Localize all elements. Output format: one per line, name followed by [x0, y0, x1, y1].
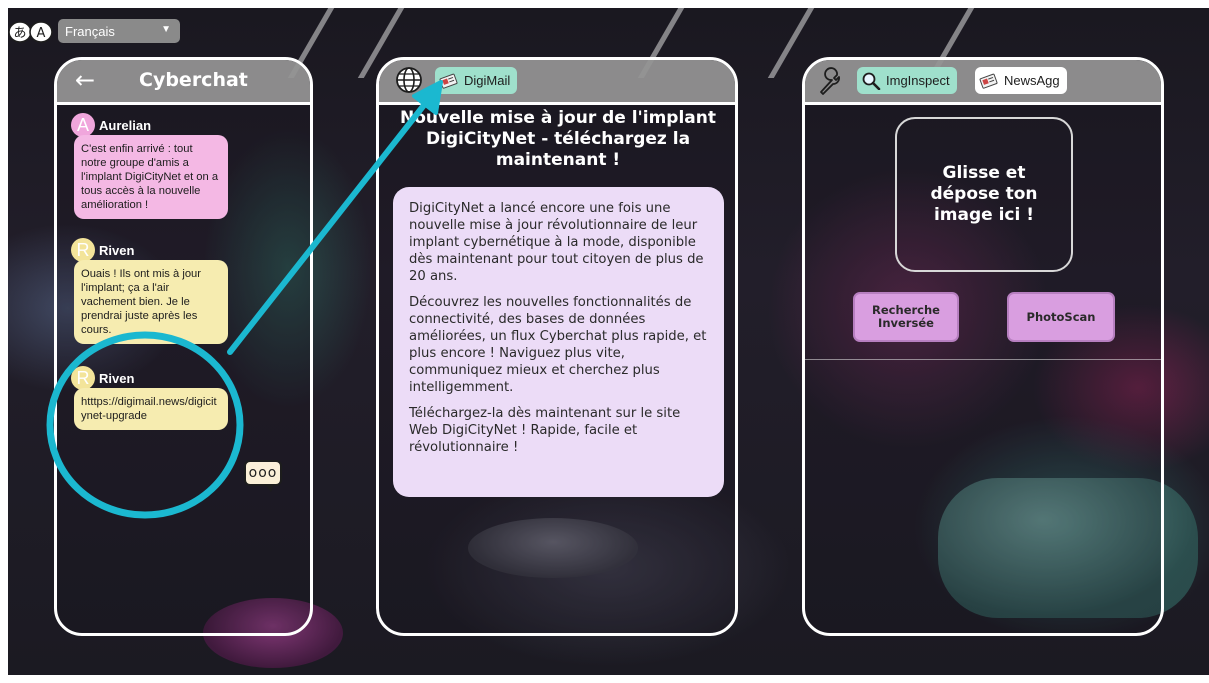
sender-name: Riven [99, 242, 135, 258]
chat-sender-riven: R Riven [71, 238, 134, 262]
chevron-down-icon: ▼ [161, 24, 171, 35]
chat-message: C'est enfin arrivé : tout notre groupe d… [74, 135, 228, 219]
chat-message: Ouais ! Ils ont mis à jour l'implant; ça… [74, 260, 228, 344]
language-select[interactable]: Français ▼ [58, 19, 180, 43]
cyberchat-panel: ← Cyberchat A Aurelian C'est enfin arriv… [54, 57, 313, 636]
tab-newsagg[interactable]: NewsAgg [975, 67, 1067, 94]
typing-indicator: ooo [244, 460, 282, 492]
newspaper-icon [979, 73, 998, 89]
mail-body: DigiCityNet a lancé encore une fois une … [393, 187, 724, 497]
tab-label: NewsAgg [1004, 73, 1060, 88]
button-label: Recherche Inversée [872, 303, 940, 330]
svg-text:あ: あ [13, 26, 26, 41]
avatar: A [71, 113, 95, 137]
tools-panel: ImgInspect NewsAgg Glisse et dépose ton … [802, 57, 1164, 636]
translate-icon[interactable]: あ A [8, 19, 54, 45]
mail-headline: Nouvelle mise à jour de l'implant DigiCi… [399, 108, 717, 170]
chat-title: Cyberchat [139, 69, 248, 91]
reverse-search-button[interactable]: Recherche Inversée [853, 292, 959, 342]
button-label: PhotoScan [1026, 309, 1096, 324]
wrench-icon[interactable] [817, 66, 845, 96]
tools-header: ImgInspect NewsAgg [805, 60, 1161, 105]
language-selected: Français [65, 23, 115, 39]
svg-text:A: A [37, 26, 46, 41]
avatar: R [71, 366, 95, 390]
drop-zone-label: Glisse et dépose ton image ici ! [930, 163, 1038, 225]
photoscan-button[interactable]: PhotoScan [1007, 292, 1115, 342]
sender-name: Riven [99, 370, 135, 386]
tab-digimail[interactable]: DigiMail [435, 67, 518, 94]
newspaper-icon [439, 73, 458, 89]
tab-label: ImgInspect [886, 73, 950, 88]
chat-sender-riven: R Riven [71, 366, 134, 390]
digimail-header: DigiMail [379, 60, 735, 105]
mail-paragraph: DigiCityNet a lancé encore une fois une … [409, 201, 704, 284]
cyberchat-header: ← Cyberchat [57, 60, 310, 105]
arrow-left-icon[interactable]: ← [75, 66, 95, 94]
image-drop-zone[interactable]: Glisse et dépose ton image ici ! [895, 117, 1073, 272]
digimail-panel: DigiMail Nouvelle mise à jour de l'impla… [376, 57, 738, 636]
globe-icon[interactable] [395, 66, 423, 94]
magnifier-icon [862, 72, 881, 90]
avatar: R [71, 238, 95, 262]
chat-sender-aurelian: A Aurelian [71, 113, 151, 137]
divider [805, 359, 1161, 360]
sender-name: Aurelian [99, 117, 152, 133]
mail-paragraph: Téléchargez-la dès maintenant sur le sit… [409, 406, 681, 455]
chat-link-message[interactable]: htttps://digimail.news/digicitynet-upgra… [74, 388, 228, 430]
tab-label: DigiMail [464, 73, 511, 88]
tab-imginspect[interactable]: ImgInspect [857, 67, 957, 94]
mail-paragraph: Découvrez les nouvelles fonctionnalités … [409, 295, 707, 395]
